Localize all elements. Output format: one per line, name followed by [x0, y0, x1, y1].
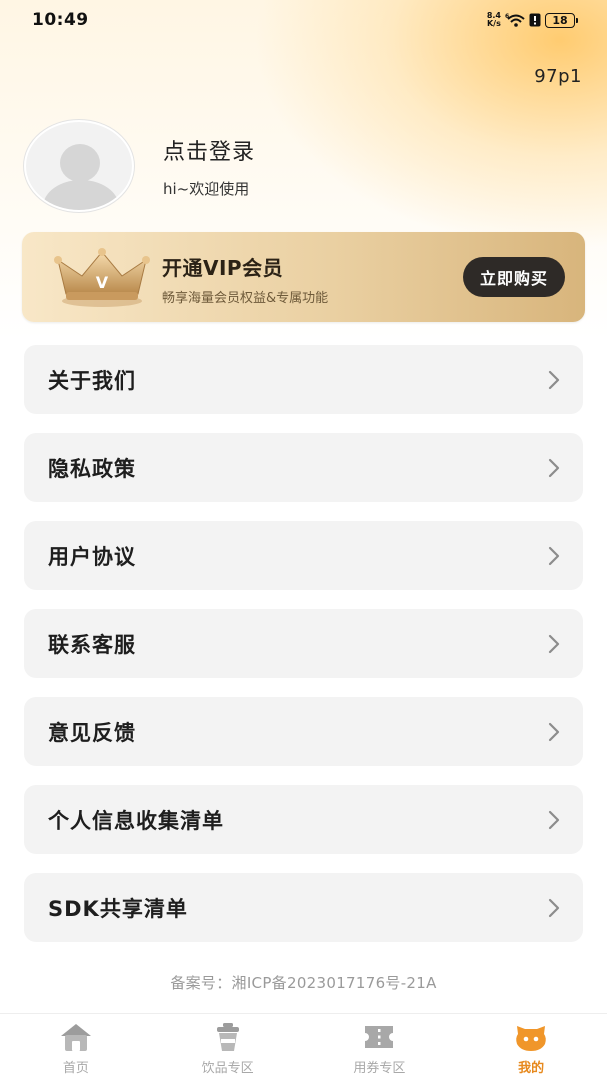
chevron-right-icon	[548, 546, 560, 565]
vip-title: 开通VIP会员	[162, 256, 284, 280]
profile-text: 点击登录 hi~欢迎使用	[163, 134, 255, 199]
crown-icon: V	[54, 248, 150, 307]
menu-item-about-us[interactable]: 关于我们	[24, 345, 583, 414]
menu-item-label: 个人信息收集清单	[48, 808, 224, 833]
tab-label: 用券专区	[353, 1061, 406, 1076]
menu-item-personal-info-list[interactable]: 个人信息收集清单	[24, 785, 583, 854]
avatar[interactable]	[24, 120, 134, 212]
tab-label: 首页	[62, 1061, 89, 1076]
status-icons: 8.4 K/s 6 18	[487, 12, 578, 28]
settings-menu: 关于我们 隐私政策 用户协议 联系客服 意见反馈 个人信息收集清单 SDK共享清…	[24, 345, 583, 961]
bottom-tab-bar: 首页 饮品专区 用券专区 我的	[0, 1013, 607, 1080]
drink-cup-icon	[216, 1023, 239, 1051]
status-bar: 10:49 8.4 K/s 6 18	[0, 0, 607, 40]
alert-icon	[529, 13, 541, 27]
vip-subtitle: 畅享海量会员权益&专属功能	[162, 291, 329, 306]
home-icon	[60, 1024, 91, 1051]
coupon-icon	[365, 1026, 394, 1048]
tab-label: 饮品专区	[201, 1061, 254, 1076]
tab-label: 我的	[518, 1061, 545, 1076]
menu-item-label: SDK共享清单	[48, 896, 188, 921]
profile-face-icon	[516, 1026, 546, 1051]
menu-item-feedback[interactable]: 意见反馈	[24, 697, 583, 766]
tab-mine[interactable]: 我的	[461, 1014, 601, 1080]
menu-item-label: 联系客服	[48, 632, 136, 657]
vip-banner[interactable]: V 开通VIP会员 畅享海量会员权益&专属功能 立即购买	[22, 232, 585, 322]
avatar-body-shape	[43, 180, 119, 210]
network-speed-unit: K/s	[486, 19, 501, 28]
icp-filing-number[interactable]: 备案号：湘ICP备2023017176号-21A	[0, 972, 607, 993]
menu-item-privacy-policy[interactable]: 隐私政策	[24, 433, 583, 502]
menu-item-sdk-sharing-list[interactable]: SDK共享清单	[24, 873, 583, 942]
tab-drinks[interactable]: 饮品专区	[158, 1014, 298, 1080]
version-label: 97p1	[534, 66, 582, 87]
login-link[interactable]: 点击登录	[163, 134, 255, 166]
battery-indicator: 18	[545, 12, 578, 28]
menu-item-label: 隐私政策	[48, 456, 136, 481]
avatar-head-shape	[60, 144, 100, 182]
status-time: 10:49	[32, 10, 89, 30]
menu-item-label: 用户协议	[48, 544, 136, 569]
chevron-right-icon	[548, 898, 560, 917]
chevron-right-icon	[548, 810, 560, 829]
crown-letter: V	[96, 273, 109, 292]
tab-home[interactable]: 首页	[6, 1014, 146, 1080]
chevron-right-icon	[548, 722, 560, 741]
chevron-right-icon	[548, 634, 560, 653]
tab-coupons[interactable]: 用券专区	[309, 1014, 449, 1080]
wifi-icon: 6	[505, 13, 525, 27]
menu-item-label: 关于我们	[48, 368, 136, 393]
network-speed: 8.4 K/s	[487, 12, 501, 28]
chevron-right-icon	[548, 370, 560, 389]
welcome-text: hi~欢迎使用	[163, 179, 250, 198]
menu-item-label: 意见反馈	[48, 720, 136, 745]
chevron-right-icon	[548, 458, 560, 477]
profile-header[interactable]: 点击登录 hi~欢迎使用	[24, 120, 255, 212]
menu-item-user-agreement[interactable]: 用户协议	[24, 521, 583, 590]
buy-now-button[interactable]: 立即购买	[463, 257, 565, 297]
menu-item-customer-service[interactable]: 联系客服	[24, 609, 583, 678]
